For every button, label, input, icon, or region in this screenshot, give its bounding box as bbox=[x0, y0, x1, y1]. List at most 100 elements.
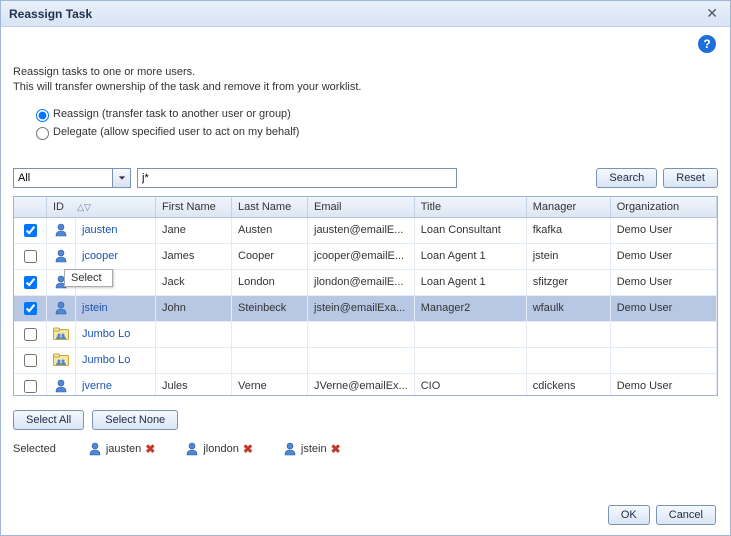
person-icon bbox=[283, 442, 297, 456]
row-checkbox[interactable] bbox=[24, 328, 37, 341]
selected-row: Selected jausten✖jlondon✖jstein✖ bbox=[13, 438, 718, 460]
results-table: ID △▽ First Name Last Name Email Title M… bbox=[13, 196, 718, 396]
cell-last-name: London bbox=[232, 269, 308, 295]
search-button[interactable]: Search bbox=[596, 168, 657, 188]
option-reassign-label: Reassign (transfer task to another user … bbox=[53, 108, 291, 120]
group-icon bbox=[53, 353, 69, 367]
row-id-link[interactable]: Jumbo Lo bbox=[82, 354, 130, 366]
col-header-last-name[interactable]: Last Name bbox=[232, 197, 308, 218]
select-all-button[interactable]: Select All bbox=[13, 410, 84, 430]
row-id-link[interactable]: jverne bbox=[82, 380, 112, 392]
option-delegate-radio[interactable] bbox=[36, 127, 49, 140]
col-header-checkbox[interactable] bbox=[14, 197, 47, 218]
help-icon[interactable]: ? bbox=[698, 35, 716, 53]
cell-email: jcooper@emailE... bbox=[308, 243, 415, 269]
cell-organization bbox=[610, 347, 716, 373]
cell-manager: jstein bbox=[526, 243, 610, 269]
person-icon bbox=[54, 275, 68, 289]
person-icon bbox=[54, 223, 68, 237]
cell-first-name: John bbox=[156, 295, 232, 321]
titlebar: Reassign Task ✕ bbox=[1, 1, 730, 27]
cell-email: JVerne@emailEx... bbox=[308, 373, 415, 396]
cell-title: Loan Consultant bbox=[414, 217, 526, 243]
row-id-link[interactable]: jausten bbox=[82, 224, 117, 236]
row-checkbox[interactable] bbox=[24, 250, 37, 263]
person-icon bbox=[88, 442, 102, 456]
cell-first-name bbox=[156, 321, 232, 347]
cell-organization: Demo User bbox=[610, 217, 716, 243]
option-reassign-row[interactable]: Reassign (transfer task to another user … bbox=[31, 106, 718, 122]
selected-chip: jausten ✖ bbox=[88, 442, 156, 456]
cell-title: Loan Agent 1 bbox=[414, 269, 526, 295]
intro-line-1: Reassign tasks to one or more users. bbox=[13, 65, 718, 80]
cell-title bbox=[414, 321, 526, 347]
col-header-title[interactable]: Title bbox=[414, 197, 526, 218]
cell-organization: Demo User bbox=[610, 373, 716, 396]
cell-title: Loan Agent 1 bbox=[414, 243, 526, 269]
cell-first-name bbox=[156, 347, 232, 373]
search-input[interactable] bbox=[137, 168, 457, 188]
intro-text: Reassign tasks to one or more users. Thi… bbox=[13, 65, 718, 96]
ok-button[interactable]: OK bbox=[608, 505, 650, 525]
table-row[interactable]: Jumbo Lo bbox=[14, 347, 717, 373]
cell-manager: fkafka bbox=[526, 217, 610, 243]
close-icon[interactable]: ✕ bbox=[702, 5, 722, 22]
row-checkbox[interactable] bbox=[24, 224, 37, 237]
cell-organization: Demo User bbox=[610, 269, 716, 295]
row-checkbox[interactable] bbox=[24, 354, 37, 367]
table-row[interactable]: jsteinJohnSteinbeckjstein@emailExa...Man… bbox=[14, 295, 717, 321]
cell-email: jausten@emailE... bbox=[308, 217, 415, 243]
row-id-link[interactable]: jcooper bbox=[82, 250, 118, 262]
row-checkbox[interactable] bbox=[24, 276, 37, 289]
cell-email: jlondon@emailE... bbox=[308, 269, 415, 295]
col-header-first-name[interactable]: First Name bbox=[156, 197, 232, 218]
cell-title: CIO bbox=[414, 373, 526, 396]
col-header-organization[interactable]: Organization bbox=[610, 197, 716, 218]
cell-email bbox=[308, 347, 415, 373]
reset-button[interactable]: Reset bbox=[663, 168, 718, 188]
selected-chip-name: jstein bbox=[301, 443, 327, 455]
selected-chip-name: jausten bbox=[106, 443, 141, 455]
table-row[interactable]: Jumbo Lo bbox=[14, 321, 717, 347]
row-id-link[interactable]: Jumbo Lo bbox=[82, 328, 130, 340]
remove-icon[interactable]: ✖ bbox=[331, 442, 341, 456]
group-icon bbox=[53, 327, 69, 341]
cancel-button[interactable]: Cancel bbox=[656, 505, 716, 525]
cell-first-name: James bbox=[156, 243, 232, 269]
selected-chip-name: jlondon bbox=[203, 443, 238, 455]
remove-icon[interactable]: ✖ bbox=[145, 442, 155, 456]
cell-last-name: Verne bbox=[232, 373, 308, 396]
chevron-down-icon[interactable] bbox=[113, 168, 131, 188]
remove-icon[interactable]: ✖ bbox=[243, 442, 253, 456]
col-header-manager[interactable]: Manager bbox=[526, 197, 610, 218]
col-header-email[interactable]: Email bbox=[308, 197, 415, 218]
sort-icon[interactable]: △▽ bbox=[77, 202, 91, 212]
table-row[interactable]: jverne JulesVerneJVerne@emailEx...CIOcdic… bbox=[14, 373, 717, 396]
option-delegate-row[interactable]: Delegate (allow specified user to act on… bbox=[31, 124, 718, 140]
cell-first-name: Jack bbox=[156, 269, 232, 295]
cell-manager: cdickens bbox=[526, 373, 610, 396]
row-checkbox[interactable] bbox=[24, 302, 37, 315]
row-checkbox[interactable] bbox=[24, 380, 37, 393]
cell-last-name: Austen bbox=[232, 217, 308, 243]
cell-manager bbox=[526, 347, 610, 373]
option-reassign-radio[interactable] bbox=[36, 109, 49, 122]
cell-email: jstein@emailExa... bbox=[308, 295, 415, 321]
scope-select[interactable] bbox=[13, 168, 131, 188]
col-header-id[interactable]: ID △▽ bbox=[47, 197, 156, 218]
table-row[interactable]: JackLondonjlondon@emailE...Loan Agent 1s… bbox=[14, 269, 717, 295]
cell-first-name: Jules bbox=[156, 373, 232, 396]
table-row[interactable]: jcooper JamesCooperjcooper@emailE...Loan … bbox=[14, 243, 717, 269]
table-row[interactable]: jaustenJaneAustenjausten@emailE...Loan C… bbox=[14, 217, 717, 243]
cell-last-name bbox=[232, 347, 308, 373]
cell-organization: Demo User bbox=[610, 295, 716, 321]
person-icon bbox=[54, 301, 68, 315]
scope-input[interactable] bbox=[13, 168, 113, 188]
reassign-task-dialog: Reassign Task ✕ ? Reassign tasks to one … bbox=[0, 0, 731, 536]
select-none-button[interactable]: Select None bbox=[92, 410, 178, 430]
cell-last-name: Cooper bbox=[232, 243, 308, 269]
cell-last-name bbox=[232, 321, 308, 347]
search-row: Search Reset bbox=[13, 168, 718, 188]
row-id-link[interactable]: jstein bbox=[82, 302, 108, 314]
cell-organization bbox=[610, 321, 716, 347]
